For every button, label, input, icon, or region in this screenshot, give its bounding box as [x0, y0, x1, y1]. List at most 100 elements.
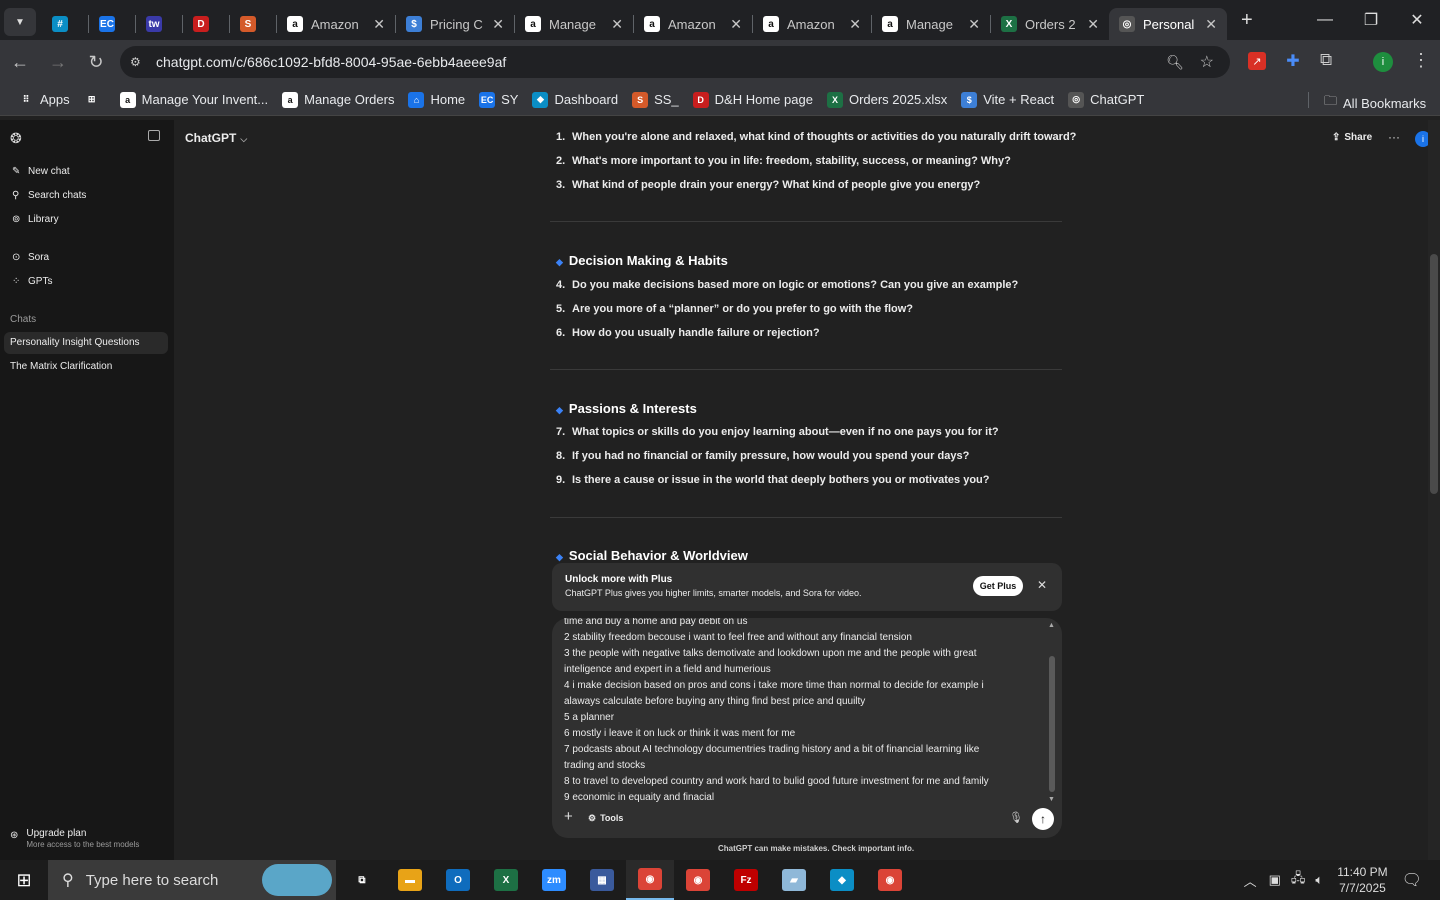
tab-1[interactable]: EC	[89, 8, 135, 40]
bookmark-7[interactable]: S SS_	[632, 91, 679, 108]
tab-12[interactable]: ◎ Personal ✕	[1109, 8, 1227, 40]
tools-button[interactable]: ⚙ Tools	[588, 813, 623, 824]
windows-start-icon[interactable]: ⊞	[0, 860, 48, 900]
scroll-up-icon[interactable]: ▲	[1048, 622, 1055, 629]
taskbar-app-0[interactable]: ⧉	[338, 860, 386, 900]
minimize-button[interactable]: —	[1302, 0, 1348, 40]
microphone-icon[interactable]: 🎙︎	[1009, 811, 1023, 824]
bookmark-2[interactable]: a Manage Your Invent...	[119, 91, 268, 108]
edit-icon: ✎	[12, 166, 21, 177]
ec-icon: EC	[479, 91, 496, 108]
tab-6[interactable]: $ Pricing C ✕	[396, 8, 514, 40]
bookmark-9[interactable]: X Orders 2025.xlsx	[826, 91, 947, 108]
chrome-menu-icon[interactable]: ⋮	[1412, 50, 1430, 71]
tab-11[interactable]: X Orders 2 ✕	[991, 8, 1109, 40]
tab-2[interactable]: tw	[136, 8, 182, 40]
scrollbar-thumb[interactable]	[1430, 254, 1438, 494]
taskbar-app-6[interactable]: ◉	[626, 860, 674, 900]
tab-7[interactable]: a Manage ✕	[515, 8, 633, 40]
tab-8[interactable]: a Amazon ✕	[634, 8, 752, 40]
zoom-icon[interactable]: 🔍︎	[1166, 54, 1184, 71]
volume-icon[interactable]: 🔈︎	[1315, 872, 1323, 888]
taskbar-app-10[interactable]: ◆	[818, 860, 866, 900]
restore-button[interactable]: ❐	[1348, 0, 1394, 40]
close-tab-icon[interactable]: ✕	[1081, 16, 1099, 33]
message-composer[interactable]: time and buy a home and pay debit on us 2…	[552, 618, 1062, 838]
bookmark-5[interactable]: EC SY	[479, 91, 518, 108]
close-tab-icon[interactable]: ✕	[962, 16, 980, 33]
bookmark-4[interactable]: ⌂ Home	[408, 91, 465, 108]
close-sidebar-icon[interactable]	[148, 130, 160, 141]
site-info-icon[interactable]: ⚙	[130, 55, 141, 69]
scroll-down-icon[interactable]: ▼	[1048, 796, 1055, 803]
clock[interactable]: 11:40 PM 7/7/2025	[1337, 864, 1387, 896]
chat-item-matrix[interactable]: The Matrix Clarification	[10, 361, 112, 372]
close-banner-icon[interactable]: ✕	[1037, 578, 1047, 592]
tab-10[interactable]: a Manage ✕	[872, 8, 990, 40]
tab-0[interactable]: #	[42, 8, 88, 40]
close-tab-icon[interactable]: ✕	[843, 16, 861, 33]
share-button[interactable]: ⇪ Share	[1332, 132, 1372, 143]
composer-textarea[interactable]: time and buy a home and pay debit on us 2…	[564, 618, 1044, 806]
taskbar-app-3[interactable]: X	[482, 860, 530, 900]
extension-red-icon[interactable]: ↗	[1248, 52, 1266, 70]
tab-3[interactable]: D	[183, 8, 229, 40]
taskbar-app-1[interactable]: ▬	[386, 860, 434, 900]
tab-search-button[interactable]: ▼	[4, 8, 36, 36]
bookmark-1[interactable]: ⊞	[83, 91, 106, 108]
bookmark-3[interactable]: a Manage Orders	[282, 91, 394, 108]
notifications-icon[interactable]: 🗨︎	[1402, 870, 1422, 890]
sora-button[interactable]: ⊙ Sora	[12, 252, 49, 263]
close-tab-icon[interactable]: ✕	[367, 16, 385, 33]
model-selector[interactable]: ChatGPT ⌵	[185, 131, 247, 145]
get-plus-button[interactable]: Get Plus	[973, 576, 1023, 596]
omnibox[interactable]: ⚙ chatgpt.com/c/686c1092-bfd8-8004-95ae-…	[120, 46, 1230, 78]
bookmark-11[interactable]: ◎ ChatGPT	[1068, 91, 1144, 108]
back-button[interactable]: ←	[2, 44, 38, 80]
taskbar-app-2[interactable]: O	[434, 860, 482, 900]
new-chat-button[interactable]: ✎ New chat	[12, 166, 70, 177]
close-tab-icon[interactable]: ✕	[1199, 16, 1217, 33]
taskbar-app-4[interactable]: zm	[530, 860, 578, 900]
tab-5[interactable]: a Amazon ✕	[277, 8, 395, 40]
extension-blue-icon[interactable]: ✚	[1284, 52, 1302, 70]
upgrade-plan-button[interactable]: ⊛ Upgrade plan More access to the best m…	[10, 828, 139, 849]
all-bookmarks-folder[interactable]: 🗀 All Bookmarks	[1324, 92, 1426, 114]
close-tab-icon[interactable]: ✕	[486, 16, 504, 33]
show-hidden-icons[interactable]: ︿	[1244, 871, 1257, 890]
send-button[interactable]: ↑	[1032, 808, 1054, 830]
bookmark-8[interactable]: D D&H Home page	[692, 91, 813, 108]
library-button[interactable]: ⊚ Library	[12, 214, 59, 225]
gpts-button[interactable]: ⁘ GPTs	[12, 276, 52, 287]
close-tab-icon[interactable]: ✕	[605, 16, 623, 33]
search-chats-button[interactable]: ⚲ Search chats	[12, 190, 86, 201]
taskbar-app-8[interactable]: Fz	[722, 860, 770, 900]
new-tab-button[interactable]: +	[1241, 9, 1253, 32]
more-options-icon[interactable]: ···	[1388, 130, 1400, 144]
forward-button[interactable]: →	[40, 44, 76, 80]
chat-item-personality[interactable]: Personality Insight Questions	[10, 337, 140, 348]
tab-9[interactable]: a Amazon ✕	[753, 8, 871, 40]
bookmark-10[interactable]: $ Vite + React	[961, 91, 1054, 108]
close-window-button[interactable]: ✕	[1394, 0, 1440, 40]
network-warning-icon[interactable]: ▣	[1269, 872, 1281, 888]
bookmark-star-icon[interactable]: ☆	[1200, 52, 1214, 72]
attach-plus-icon[interactable]: +	[564, 808, 573, 825]
tab-4[interactable]: S	[230, 8, 276, 40]
bookmark-6[interactable]: ◆ Dashboard	[532, 91, 618, 108]
composer-scrollbar[interactable]	[1049, 656, 1055, 792]
taskbar-app-9[interactable]: ▰	[770, 860, 818, 900]
taskbar-search-box[interactable]: ⚲ Type here to search	[48, 860, 336, 900]
taskbar-app-11[interactable]: ◉	[866, 860, 914, 900]
close-tab-icon[interactable]: ✕	[724, 16, 742, 33]
diamond-bullet-icon: ◆	[556, 257, 563, 267]
gpts-label: GPTs	[28, 276, 53, 287]
taskbar-app-5[interactable]: ▦	[578, 860, 626, 900]
network-icon[interactable]: 🖧︎	[1291, 869, 1306, 891]
reload-button[interactable]: ↻	[78, 44, 114, 80]
bookmark-0[interactable]: ⠿ Apps	[18, 91, 70, 108]
openai-logo-icon[interactable]: ❂	[10, 130, 22, 147]
extensions-puzzle-icon[interactable]: ⧉	[1320, 50, 1332, 70]
profile-avatar[interactable]: i	[1373, 52, 1393, 72]
taskbar-app-7[interactable]: ◉	[674, 860, 722, 900]
